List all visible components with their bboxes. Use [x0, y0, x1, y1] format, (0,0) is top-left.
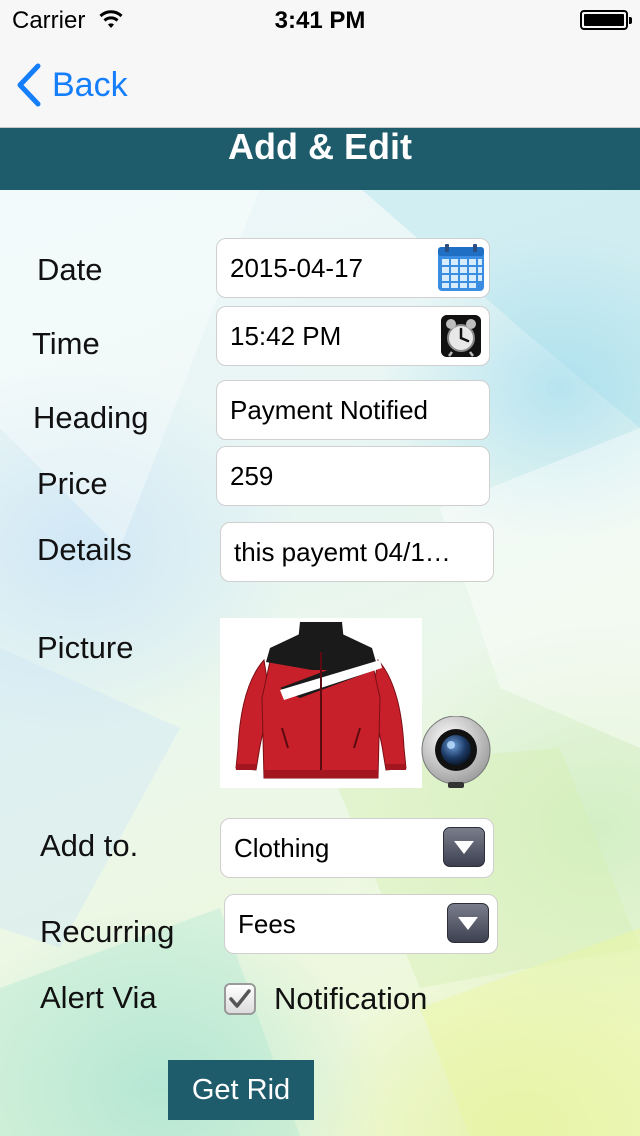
page-title: Add & Edit — [0, 128, 640, 190]
add-to-label: Add to. — [40, 828, 139, 863]
price-field[interactable]: 259 — [216, 446, 490, 506]
navigation-bar: Back — [0, 40, 640, 128]
date-field[interactable]: 2015-04-17 — [216, 238, 490, 298]
back-button[interactable]: Back — [14, 62, 128, 108]
time-field[interactable]: 15:42 PM — [216, 306, 490, 366]
recurring-dropdown[interactable]: Fees — [224, 894, 498, 954]
picture-preview[interactable] — [220, 618, 422, 788]
picture-label: Picture — [37, 630, 134, 665]
status-bar: Carrier 3:41 PM — [0, 0, 640, 40]
form-area: Add & Edit Date 2015-04-17 Time 15:42 PM — [0, 128, 640, 1136]
get-rid-button[interactable]: Get Rid — [168, 1060, 314, 1120]
calendar-icon[interactable] — [437, 244, 485, 292]
heading-label: Heading — [33, 400, 149, 435]
add-to-dropdown[interactable]: Clothing — [220, 818, 494, 878]
chevron-down-icon[interactable] — [443, 827, 485, 867]
chevron-down-icon[interactable] — [447, 903, 489, 943]
heading-field[interactable]: Payment Notified — [216, 380, 490, 440]
recurring-label: Recurring — [40, 914, 175, 949]
heading-value: Payment Notified — [230, 394, 428, 425]
price-value: 259 — [230, 460, 274, 491]
date-label: Date — [37, 252, 103, 287]
alarm-clock-icon[interactable] — [441, 315, 481, 357]
details-field[interactable]: this payemt 04/1… — [220, 522, 494, 582]
camera-icon[interactable] — [420, 716, 492, 788]
checkmark-icon — [229, 989, 251, 1008]
back-label: Back — [52, 65, 128, 104]
time-label: Time — [32, 326, 100, 361]
notification-checkbox[interactable] — [224, 983, 256, 1015]
notification-label[interactable]: Notification — [274, 981, 427, 1017]
details-label: Details — [37, 532, 132, 567]
red-jacket-image — [235, 622, 407, 779]
chevron-left-icon — [17, 63, 41, 107]
price-label: Price — [37, 466, 108, 501]
battery-icon — [580, 10, 632, 30]
details-value: this payemt 04/1… — [234, 536, 451, 567]
alert-via-label: Alert Via — [40, 980, 157, 1015]
status-time: 3:41 PM — [274, 7, 366, 34]
